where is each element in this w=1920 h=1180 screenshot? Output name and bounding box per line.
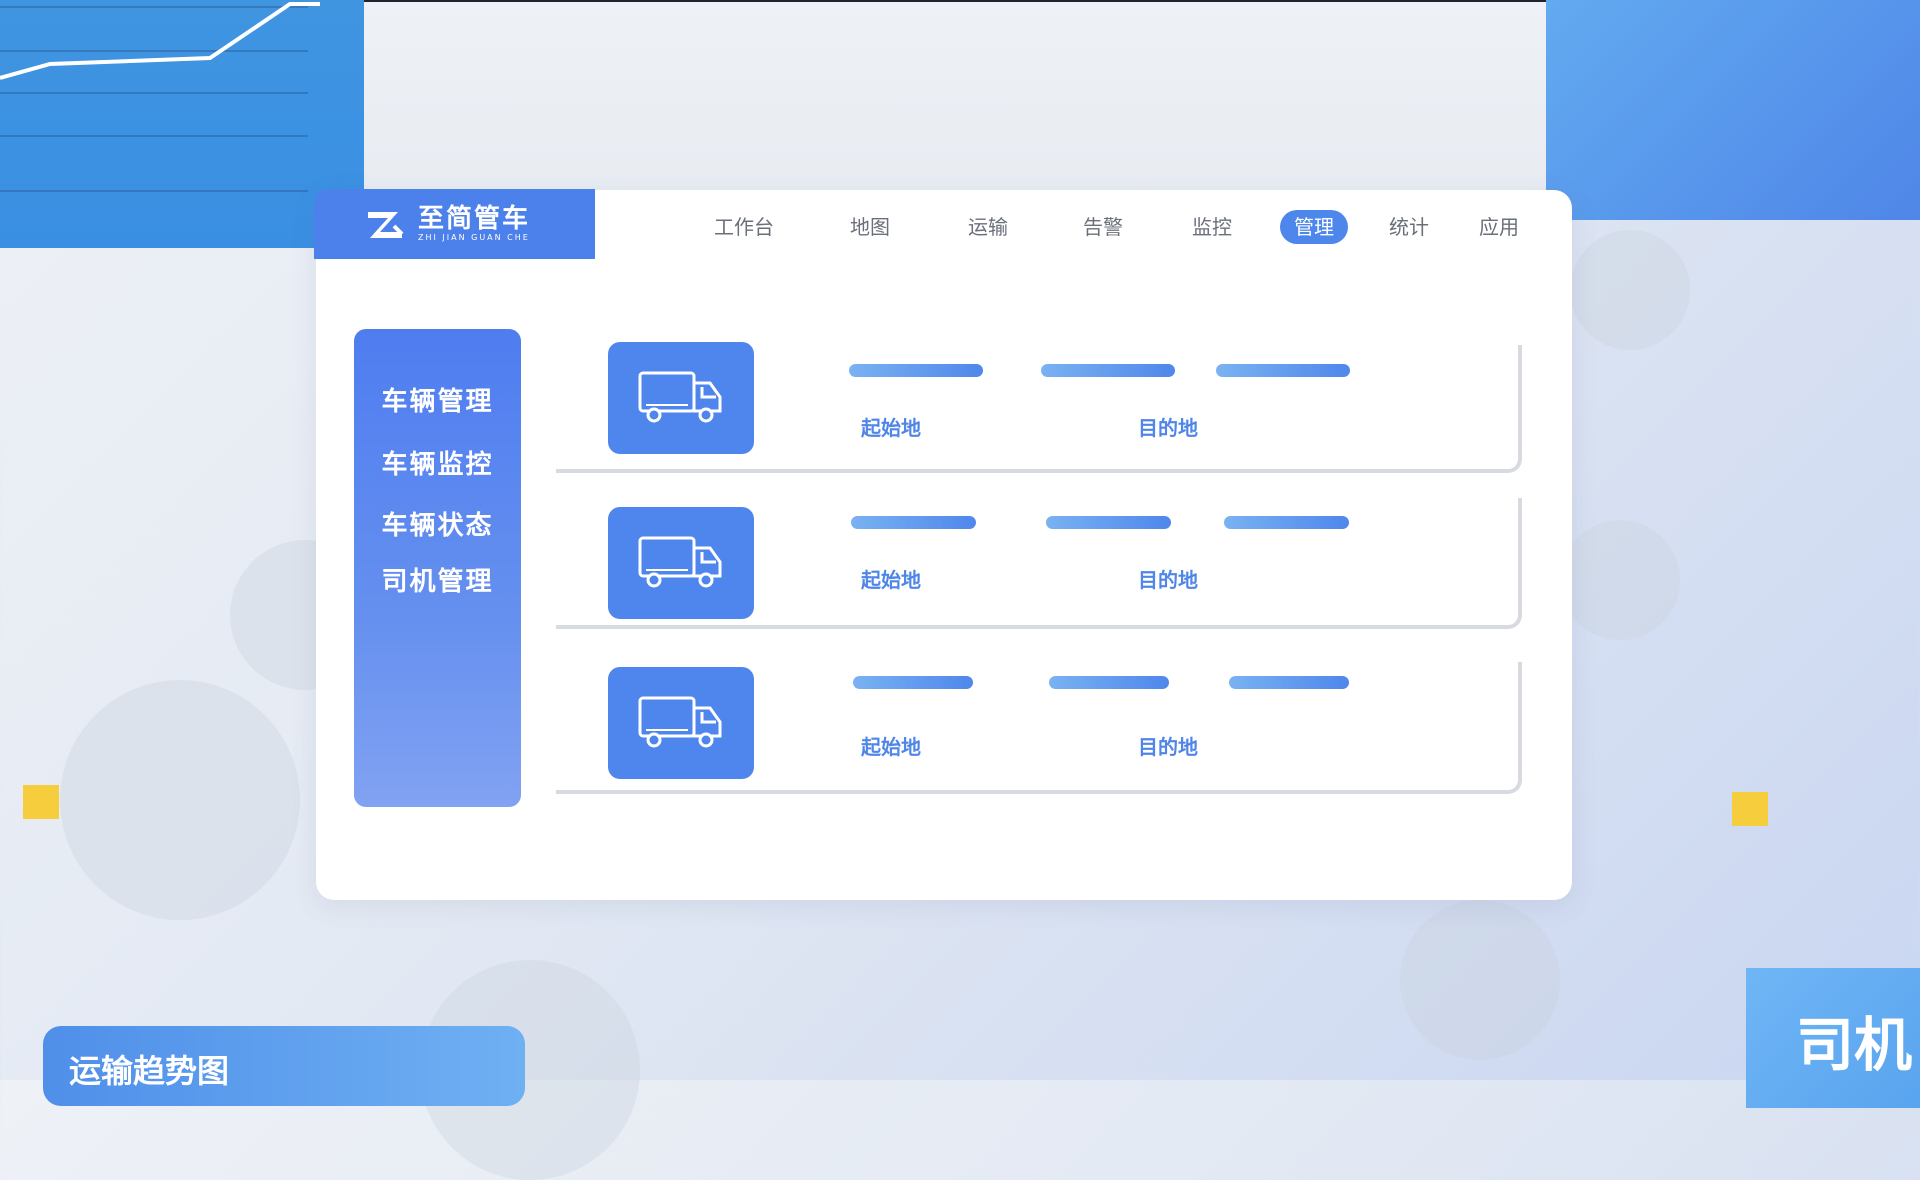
placeholder-bar	[1046, 516, 1171, 529]
brand-logo[interactable]: 至简管车 ZHI JIAN GUAN CHE	[314, 189, 595, 259]
bg-circle	[1570, 230, 1690, 350]
transport-trend-card: 运输趋势图	[43, 1026, 525, 1106]
truck-icon	[638, 371, 722, 423]
bg-circle	[1560, 520, 1680, 640]
trend-chart-card	[0, 0, 364, 248]
nav-item-statistics[interactable]: 统计	[1389, 210, 1429, 244]
logo-icon	[368, 212, 404, 238]
placeholder-bar	[851, 516, 976, 529]
origin-label: 起始地	[861, 568, 921, 592]
nav-item-alerts[interactable]: 告警	[1083, 210, 1123, 244]
placeholder-bar	[1224, 516, 1349, 529]
origin-label: 起始地	[861, 735, 921, 759]
card-title: 司机	[1796, 1011, 1913, 1079]
bg-circle	[1400, 900, 1560, 1060]
background-card-right	[1546, 0, 1920, 220]
nav-item-monitor[interactable]: 监控	[1192, 210, 1232, 244]
placeholder-bar	[853, 676, 973, 689]
origin-label: 起始地	[861, 416, 921, 440]
destination-label: 目的地	[1138, 416, 1198, 440]
truck-icon-box	[608, 342, 754, 454]
placeholder-bar	[1041, 364, 1175, 377]
brand-name-en: ZHI JIAN GUAN CHE	[418, 233, 530, 242]
destination-label: 目的地	[1138, 735, 1198, 759]
placeholder-bar	[849, 364, 983, 377]
nav-item-apps[interactable]: 应用	[1479, 210, 1519, 244]
destination-label: 目的地	[1138, 568, 1198, 592]
sidebar-item-vehicle-monitoring[interactable]: 车辆监控	[354, 444, 521, 481]
sidebar-item-vehicle-management[interactable]: 车辆管理	[354, 381, 521, 418]
brand-name: 至简管车	[418, 204, 531, 234]
bg-circle	[60, 680, 300, 920]
truck-icon-box	[608, 507, 754, 619]
background-card-top	[364, 0, 1546, 192]
decor-square	[1732, 792, 1768, 826]
driver-card: 司机	[1746, 968, 1920, 1108]
truck-icon	[638, 696, 722, 748]
sidebar-item-vehicle-status[interactable]: 车辆状态	[354, 505, 521, 542]
nav-item-management[interactable]: 管理	[1280, 210, 1348, 244]
nav-item-transport[interactable]: 运输	[968, 210, 1008, 244]
sidebar-item-driver-management[interactable]: 司机管理	[354, 561, 521, 598]
truck-icon	[638, 536, 722, 588]
nav-item-workbench[interactable]: 工作台	[714, 210, 774, 244]
placeholder-bar	[1049, 676, 1169, 689]
placeholder-bar	[1216, 364, 1350, 377]
truck-icon-box	[608, 667, 754, 779]
sidebar: 车辆管理 车辆监控 车辆状态 司机管理	[354, 329, 521, 807]
nav-item-map[interactable]: 地图	[850, 210, 890, 244]
decor-square	[23, 785, 59, 819]
chart-trend-line	[0, 1, 320, 80]
card-title: 运输趋势图	[69, 1052, 230, 1090]
placeholder-bar	[1229, 676, 1349, 689]
